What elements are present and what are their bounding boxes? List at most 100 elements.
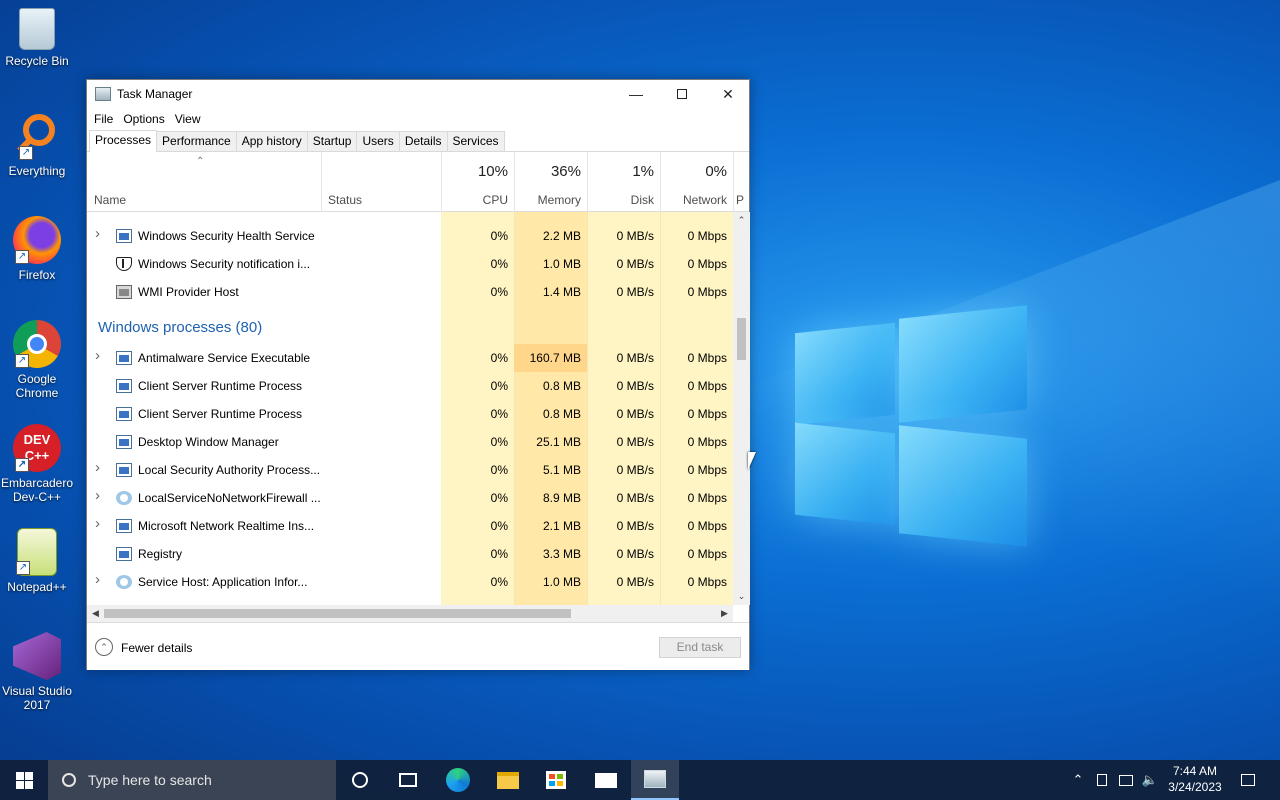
maximize-icon [677,89,687,99]
visual-studio-icon [13,632,61,680]
expand-chevron-icon[interactable]: › [95,347,100,364]
taskbar-search-box[interactable]: Type here to search [48,760,336,800]
process-disk: 0 MB/s [616,407,654,421]
tab-details[interactable]: Details [398,131,448,151]
footer-bar: ⌃ Fewer details End task [87,622,749,670]
taskbar-edge[interactable] [434,760,482,800]
desktop-icon-visual-studio[interactable]: Visual Studio 2017 [0,632,74,712]
desktop-icon-chrome[interactable]: ↗ Google Chrome [0,320,74,400]
table-row[interactable]: › LocalServiceNoNetworkFirewall ... 0% 8.9 … [87,484,733,512]
desktop-icon-everything[interactable]: ↗ Everything [0,112,74,178]
column-disk[interactable]: 1% Disk [587,152,660,212]
process-disk: 0 MB/s [616,257,654,271]
process-cpu: 0% [490,257,508,271]
table-row[interactable]: › Windows Security Health Service 0% 2.2 MB… [87,222,733,250]
task-manager-window: Task Manager — ✕ File Options View Proce… [86,79,750,670]
chrome-icon: ↗ [13,320,61,368]
store-bag-icon [546,771,566,789]
taskbar-clock[interactable]: 7:44 AM 3/24/2023 [1164,763,1226,795]
scroll-right-icon[interactable]: ▶ [716,605,733,622]
maximize-button[interactable] [659,80,705,108]
table-row[interactable]: Client Server Runtime Process 0% 0.8 MB 0 M… [87,400,733,428]
column-header-row: ⌃ Name Status 10% CPU 36% Memory 1% Disk… [87,152,749,212]
process-disk: 0 MB/s [616,519,654,533]
tab-performance[interactable]: Performance [156,131,237,151]
column-status[interactable]: Status [321,152,441,212]
column-memory[interactable]: 36% Memory [514,152,587,212]
table-row[interactable]: WMI Provider Host 0% 1.4 MB 0 MB/s 0 Mbps [87,278,733,306]
process-name: Service Host: Application Infor... [138,575,308,589]
vertical-scroll-thumb[interactable] [737,318,746,360]
start-button[interactable] [0,760,48,800]
desktop-icon-recycle-bin[interactable]: Recycle Bin [0,8,74,68]
table-row[interactable]: Registry 0% 3.3 MB 0 MB/s 0 Mbps [87,540,733,568]
horizontal-scrollbar[interactable]: ◀ ▶ [87,605,733,622]
tray-volume[interactable]: 🔈 [1138,760,1162,800]
end-task-button[interactable]: End task [659,637,741,658]
desktop-icon-label: Google Chrome [15,372,59,400]
desktop-icon-notepadpp[interactable]: ↗ Notepad++ [0,528,74,594]
minimize-button[interactable]: — [613,80,659,108]
table-row[interactable]: Client Server Runtime Process 0% 0.8 MB 0 M… [87,372,733,400]
gear-icon [116,491,132,505]
expand-chevron-icon[interactable]: › [95,459,100,476]
action-center-button[interactable] [1236,760,1260,800]
taskbar-mail[interactable] [582,760,630,800]
task-view-button[interactable] [384,760,432,800]
process-cpu: 0% [490,285,508,299]
process-name: Windows Security Health Service [138,229,315,243]
tab-processes[interactable]: Processes [89,130,158,152]
tab-services[interactable]: Services [446,131,505,151]
tab-strip: Processes Performance App history Startu… [87,130,749,152]
process-cpu: 0% [490,407,508,421]
column-network[interactable]: 0% Network [660,152,733,212]
expand-chevron-icon[interactable]: › [95,487,100,504]
desktop-icon-firefox[interactable]: ↗ Firefox [0,216,74,282]
tray-network[interactable] [1114,760,1138,800]
clock-time: 7:44 AM [1172,764,1218,778]
table-row[interactable]: Windows Security notification i... 0% 1.0 … [87,250,733,278]
scroll-up-icon[interactable]: ⌃ [733,212,750,229]
process-memory: 2.2 MB [542,229,581,243]
expand-chevron-icon[interactable]: › [95,571,100,588]
table-row[interactable]: › Microsoft Network Realtime Ins... 0% 2.1 … [87,512,733,540]
cortana-button[interactable] [336,760,384,800]
tab-users[interactable]: Users [356,131,400,151]
process-name: Desktop Window Manager [138,435,279,449]
title-bar[interactable]: Task Manager — ✕ [87,80,749,108]
expand-chevron-icon[interactable]: › [95,515,100,532]
desktop-icon-label: Firefox [18,268,56,282]
expand-chevron-icon[interactable]: › [95,225,100,242]
table-row[interactable]: › Local Security Authority Process... 0% 5.… [87,456,733,484]
tab-startup[interactable]: Startup [306,131,358,151]
column-power[interactable]: P [733,152,750,212]
taskbar-task-manager[interactable] [631,760,679,800]
table-row[interactable]: › Service Host: Application Infor... 0% 1.0… [87,568,733,596]
scroll-left-icon[interactable]: ◀ [87,605,104,622]
column-cpu[interactable]: 10% CPU [441,152,514,212]
tray-tablet[interactable] [1090,760,1114,800]
process-cpu: 0% [490,379,508,393]
taskbar-file-explorer[interactable] [484,760,532,800]
menu-file[interactable]: File [89,112,118,126]
windows-start-icon [15,771,33,789]
table-row[interactable]: Desktop Window Manager 0% 25.1 MB 0 MB/s 0 M… [87,428,733,456]
recycle-bin-icon [19,8,55,50]
table-row[interactable]: › Antimalware Service Executable 0% 160.7 M… [87,344,733,372]
process-name: LocalServiceNoNetworkFirewall ... [138,491,321,505]
close-button[interactable]: ✕ [705,80,751,108]
menu-view[interactable]: View [170,112,206,126]
desktop-icon-devcpp[interactable]: DEV C++ ↗ Embarcadero Dev-C++ [0,424,74,504]
vertical-scrollbar[interactable]: ⌃ ⌄ [733,212,750,605]
horizontal-scroll-thumb[interactable] [104,609,571,618]
column-name[interactable]: ⌃ Name [87,152,321,212]
process-name: Microsoft Network Realtime Ins... [138,519,315,533]
tab-app-history[interactable]: App history [235,131,308,151]
show-hidden-icons-button[interactable]: ⌃ [1066,760,1090,800]
group-header-windows-processes[interactable]: Windows processes (80) [98,319,262,336]
chevron-up-circle-icon[interactable]: ⌃ [95,638,113,656]
fewer-details-link[interactable]: Fewer details [121,641,192,655]
taskbar-store[interactable] [532,760,580,800]
menu-options[interactable]: Options [118,112,169,126]
scroll-down-icon[interactable]: ⌄ [733,588,750,605]
